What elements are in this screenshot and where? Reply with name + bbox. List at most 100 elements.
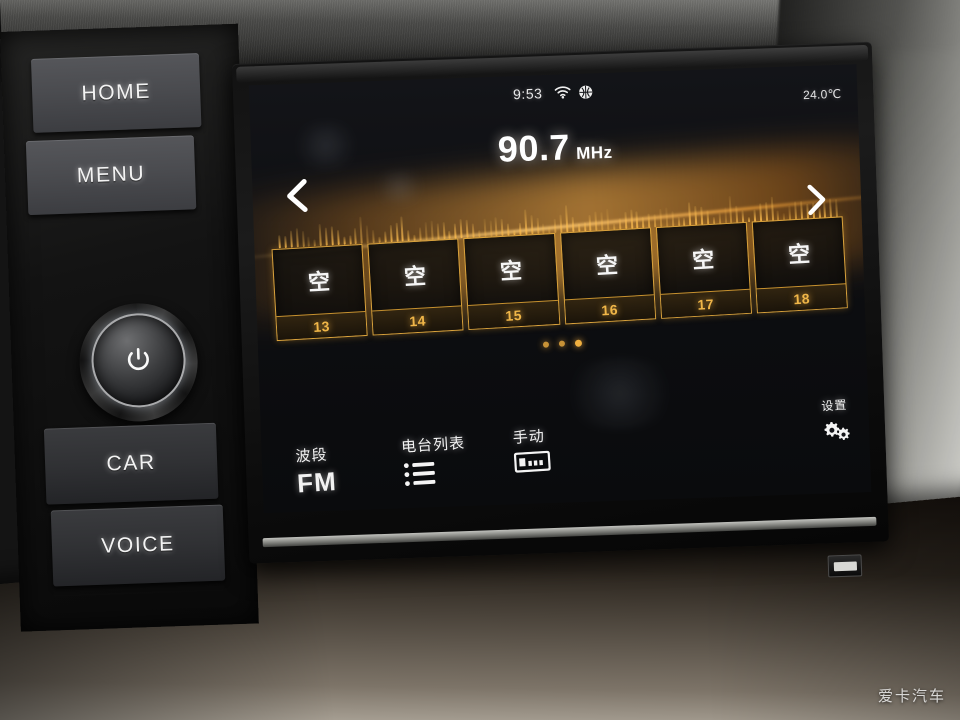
scale-tick <box>424 222 428 241</box>
scale-tick <box>448 230 451 239</box>
manual-keypad-icon <box>513 450 551 478</box>
preset-number: 17 <box>660 288 751 318</box>
scale-tick <box>664 207 669 227</box>
manual-caption: 手动 <box>512 426 546 447</box>
preset-number: 15 <box>468 299 559 329</box>
scale-tick <box>718 213 721 224</box>
station-list-button[interactable]: 电台列表 <box>400 432 468 495</box>
scale-tick <box>500 218 504 236</box>
scale-tick <box>659 208 663 228</box>
car-button[interactable]: CAR <box>43 422 219 505</box>
menu-button[interactable]: MENU <box>25 135 197 216</box>
scale-tick <box>694 206 698 226</box>
scale-tick <box>318 223 322 247</box>
scale-tick <box>383 230 387 243</box>
preset-label: 空 <box>787 242 811 269</box>
scale-tick <box>723 206 727 224</box>
scale-tick <box>413 234 416 241</box>
scale-tick <box>471 223 475 238</box>
scale-tick <box>436 223 440 240</box>
voice-button[interactable]: VOICE <box>50 504 226 587</box>
screenshot-root: HOME MENU CAR VOICE 9:53 24.0℃ 90.7 MHz … <box>0 0 960 720</box>
head-unit: 9:53 24.0℃ 90.7 MHz 空 13 空 14 空 15 空 16 … <box>232 41 890 578</box>
scale-tick <box>677 216 680 227</box>
preset-button[interactable]: 空 14 <box>367 238 464 336</box>
preset-number: 13 <box>276 310 367 341</box>
scale-tick <box>629 209 633 229</box>
usb-port[interactable] <box>827 554 863 578</box>
preset-button[interactable]: 空 18 <box>751 216 848 314</box>
scale-tick <box>336 230 340 246</box>
scale-tick <box>459 219 463 239</box>
home-button-label: HOME <box>81 79 152 106</box>
scale-tick <box>553 218 557 233</box>
scale-tick <box>523 208 528 235</box>
clock: 9:53 <box>512 85 543 103</box>
scale-tick <box>395 222 399 242</box>
scale-tick <box>389 225 393 243</box>
scale-tick <box>371 229 375 244</box>
scale-tick <box>542 223 545 234</box>
preset-number: 18 <box>756 283 847 313</box>
band-value: FM <box>296 466 338 499</box>
scale-tick <box>788 205 792 220</box>
preset-button[interactable]: 空 17 <box>655 221 752 319</box>
voice-button-label: VOICE <box>100 532 176 558</box>
preset-number: 16 <box>564 294 655 324</box>
scale-tick <box>577 223 581 232</box>
scale-tick <box>483 218 487 237</box>
scale-tick <box>284 235 287 249</box>
scale-tick <box>588 215 592 231</box>
scale-tick <box>794 201 798 220</box>
chevron-left-icon[interactable] <box>280 175 315 216</box>
wifi-icon <box>554 86 571 99</box>
scale-tick <box>706 210 710 225</box>
preset-label: 空 <box>499 258 523 286</box>
page-dot[interactable] <box>558 340 565 347</box>
manual-tune-button[interactable]: 手动 <box>512 425 551 478</box>
scale-tick <box>407 229 410 242</box>
scale-tick <box>324 227 328 246</box>
infotainment-screen[interactable]: 9:53 24.0℃ 90.7 MHz 空 13 空 14 空 15 空 16 … <box>248 64 872 514</box>
scale-tick <box>454 223 457 239</box>
scale-tick <box>365 225 369 244</box>
preset-button[interactable]: 空 15 <box>463 232 560 331</box>
page-dot[interactable] <box>542 341 549 348</box>
temperature-readout: 24.0℃ <box>802 86 842 103</box>
frequency-value: 90.7 <box>497 126 571 170</box>
scale-tick <box>559 214 563 233</box>
scale-tick <box>489 220 493 237</box>
list-icon <box>402 458 468 495</box>
scale-tick <box>635 211 639 229</box>
scale-tick <box>348 234 352 245</box>
settings-button[interactable]: 设置 <box>819 396 852 449</box>
car-button-label: CAR <box>106 450 157 476</box>
frequency-unit: MHz <box>575 142 613 164</box>
preset-number: 14 <box>372 305 463 335</box>
scale-tick <box>359 216 363 244</box>
scale-tick <box>641 216 645 229</box>
page-dot[interactable] <box>574 339 582 347</box>
scale-tick <box>378 236 381 243</box>
scale-tick <box>770 196 774 221</box>
scale-tick <box>624 211 627 229</box>
home-button[interactable]: HOME <box>30 53 202 133</box>
hard-key-console: HOME MENU CAR VOICE <box>0 23 259 632</box>
preset-label: 空 <box>595 253 619 280</box>
scale-tick <box>354 228 358 245</box>
power-volume-knob[interactable] <box>77 301 200 424</box>
scale-tick <box>442 221 446 240</box>
scale-tick <box>700 206 704 225</box>
watermark: 爱卡汽车 <box>877 687 946 705</box>
scale-tick <box>564 205 569 233</box>
scale-tick <box>494 217 498 237</box>
scale-tick <box>758 203 762 222</box>
scale-tick <box>430 220 434 240</box>
scale-tick <box>594 211 598 231</box>
preset-button[interactable]: 空 16 <box>559 227 656 325</box>
band-button[interactable]: 波段 FM <box>295 443 338 499</box>
scale-tick <box>506 223 510 236</box>
scale-tick <box>571 217 575 232</box>
preset-label: 空 <box>307 269 331 297</box>
preset-button[interactable]: 空 13 <box>271 243 368 342</box>
